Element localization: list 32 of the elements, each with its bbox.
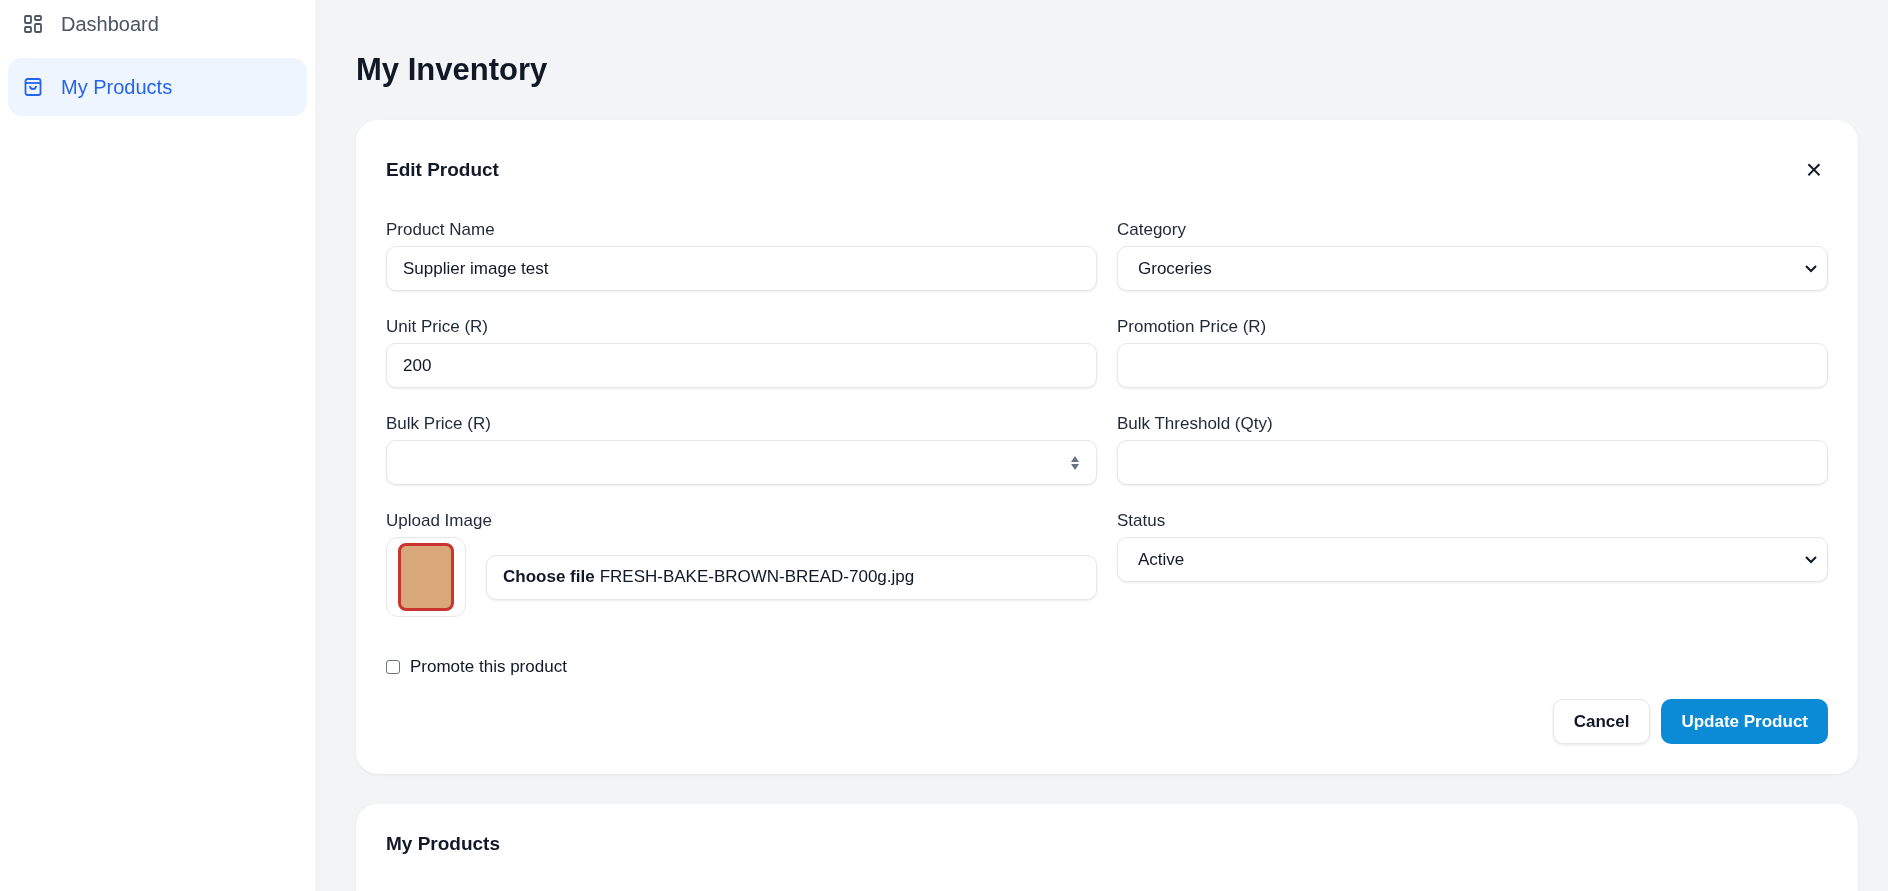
page-title: My Inventory <box>356 52 549 88</box>
photo-placeholder <box>398 543 454 611</box>
field-label: Promotion Price (R) <box>1117 317 1268 337</box>
grid-icon <box>23 14 43 34</box>
chevron-down-icon <box>1805 264 1817 273</box>
field-label: Bulk Threshold (Qty) <box>1117 414 1274 434</box>
shopping-bag-icon <box>23 77 43 97</box>
checkbox[interactable] <box>386 660 400 674</box>
select-field[interactable]: Groceries <box>1117 246 1828 291</box>
card-title: Edit Product <box>386 159 499 181</box>
field-label: Category <box>1117 220 1187 240</box>
field-label: Bulk Price (R) <box>386 414 492 434</box>
spinner-icon[interactable] <box>1070 454 1080 471</box>
select-field[interactable]: Active <box>1117 537 1828 582</box>
sidebar-item[interactable]: My Products <box>8 58 307 116</box>
file-input[interactable]: Choose file FRESH-BAKE-BROWN-BREAD-700g.jpg <box>486 554 1097 600</box>
card-title: My Products <box>386 833 502 855</box>
field-label: Unit Price (R) <box>386 317 489 337</box>
update-button[interactable]: Update Product <box>1661 699 1828 744</box>
input-field[interactable] <box>1117 343 1828 388</box>
input-field[interactable] <box>1117 440 1828 485</box>
input-field[interactable]: Supplier image test <box>386 246 1097 291</box>
field-label: Upload Image <box>386 511 493 531</box>
number-field[interactable] <box>386 440 1097 485</box>
cancel-button[interactable]: Cancel <box>1552 699 1651 744</box>
checkbox-label: Promote this product <box>410 657 567 677</box>
input-field[interactable]: 200 <box>386 343 1097 388</box>
sidebar-item[interactable]: Dashboard <box>8 0 307 48</box>
field-label: Status <box>1117 511 1167 531</box>
close-button[interactable]: × <box>1799 156 1828 184</box>
field-label: Product Name <box>386 220 496 240</box>
chevron-down-icon <box>1805 555 1817 564</box>
